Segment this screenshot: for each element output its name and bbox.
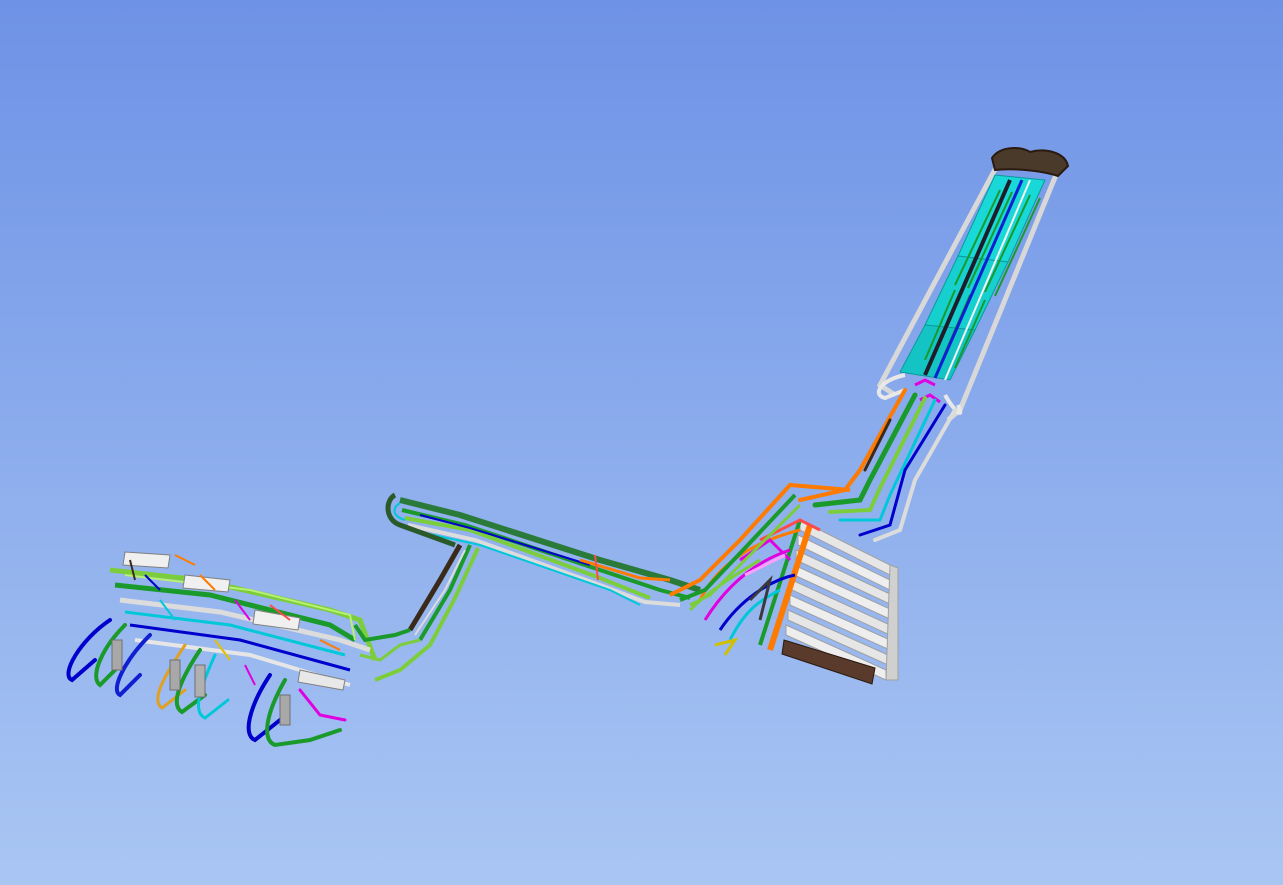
tower-magenta-fittings [914,378,941,404]
east-area[interactable] [688,518,899,685]
3d-viewport[interactable] [0,0,1283,885]
west-headers [109,567,378,687]
west-area[interactable] [66,551,421,748]
tower-down-bundle [798,388,957,542]
tower-rack[interactable] [876,147,1070,422]
tower-top-header [990,147,1070,178]
piping-model[interactable] [0,0,1283,885]
center-diagonal-rack [399,482,851,607]
